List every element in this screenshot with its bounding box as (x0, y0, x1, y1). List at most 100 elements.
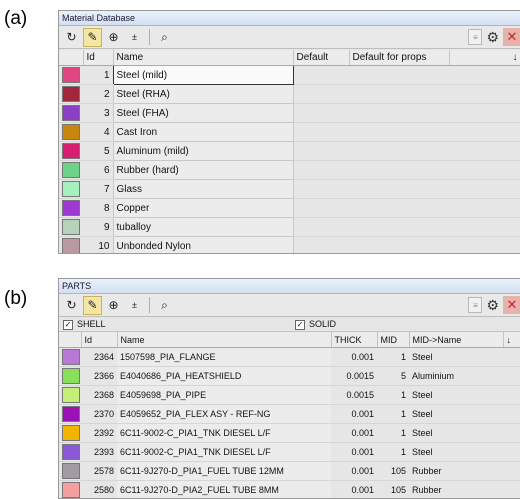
close-icon[interactable]: ✕ (503, 28, 520, 46)
part-name[interactable]: 6C11-9J270-D_PIA1_FUEL TUBE 12MM (117, 462, 331, 481)
part-name[interactable]: 6C11-9J270-D_PIA2_FUEL TUBE 8MM (117, 481, 331, 499)
color-swatch-cell[interactable] (59, 386, 81, 405)
material-id[interactable]: 3 (83, 104, 113, 123)
color-swatch-cell[interactable] (59, 104, 83, 123)
table-row[interactable]: 10Unbonded Nylon (59, 237, 520, 255)
plus-minus-icon[interactable]: ± (125, 296, 144, 315)
color-swatch-cell[interactable] (59, 405, 81, 424)
color-swatch[interactable] (62, 200, 80, 216)
part-mid-name[interactable]: Aluminium (409, 367, 503, 386)
part-id[interactable]: 2368 (81, 386, 117, 405)
part-mid[interactable]: 1 (377, 424, 409, 443)
material-name[interactable]: tuballoy (113, 218, 293, 237)
row-filler[interactable] (449, 66, 520, 85)
filter-icon[interactable]: ≡ (468, 297, 482, 313)
material-default-for-props[interactable] (349, 123, 449, 142)
color-swatch[interactable] (62, 67, 80, 83)
material-name[interactable]: Cast Iron (113, 123, 293, 142)
part-id[interactable]: 2392 (81, 424, 117, 443)
column-header-thick[interactable]: THICK (331, 332, 377, 348)
row-filler[interactable] (503, 367, 520, 386)
material-default-for-props[interactable] (349, 180, 449, 199)
refresh-icon[interactable]: ↻ (62, 296, 81, 315)
part-mid[interactable]: 1 (377, 443, 409, 462)
part-mid-name[interactable]: Steel (409, 424, 503, 443)
part-thickness[interactable]: 0.001 (331, 424, 377, 443)
part-mid-name[interactable]: Rubber (409, 462, 503, 481)
material-name[interactable]: Steel (mild) (113, 66, 293, 85)
material-default[interactable] (293, 104, 349, 123)
color-swatch-cell[interactable] (59, 237, 83, 255)
part-name[interactable]: E4040686_PIA_HEATSHIELD (117, 367, 331, 386)
table-row[interactable]: 2Steel (RHA) (59, 85, 520, 104)
part-name[interactable]: 1507598_PIA_FLANGE (117, 348, 331, 367)
material-id[interactable]: 2 (83, 85, 113, 104)
sort-arrow-icon[interactable]: ↓ (449, 50, 520, 66)
material-default[interactable] (293, 66, 349, 85)
material-default-for-props[interactable] (349, 85, 449, 104)
refresh-icon[interactable]: ↻ (62, 28, 81, 47)
table-row[interactable]: 9tuballoy (59, 218, 520, 237)
part-thickness[interactable]: 0.001 (331, 348, 377, 367)
column-header-id[interactable]: Id (83, 50, 113, 66)
part-mid-name[interactable]: Steel (409, 405, 503, 424)
material-name[interactable]: Copper (113, 199, 293, 218)
column-header-name[interactable]: Name (117, 332, 331, 348)
color-swatch-cell[interactable] (59, 443, 81, 462)
part-thickness[interactable]: 0.001 (331, 405, 377, 424)
material-name[interactable]: Unbonded Nylon (113, 237, 293, 255)
part-thickness[interactable]: 0.0015 (331, 386, 377, 405)
color-swatch[interactable] (62, 444, 80, 460)
checkbox-icon[interactable]: ✓ (295, 320, 305, 330)
material-default[interactable] (293, 161, 349, 180)
material-name[interactable]: Steel (FHA) (113, 104, 293, 123)
table-row[interactable]: 23641507598_PIA_FLANGE0.0011Steel (59, 348, 520, 367)
gear-icon[interactable]: ⚙ (486, 29, 499, 46)
column-header-mid[interactable]: MID (377, 332, 409, 348)
material-default[interactable] (293, 180, 349, 199)
material-name[interactable]: Steel (RHA) (113, 85, 293, 104)
color-swatch-cell[interactable] (59, 199, 83, 218)
material-default-for-props[interactable] (349, 237, 449, 255)
color-swatch[interactable] (62, 105, 80, 121)
part-thickness[interactable]: 0.001 (331, 443, 377, 462)
color-swatch-cell[interactable] (59, 123, 83, 142)
table-row[interactable]: 2368E4059698_PIA_PIPE0.00151Steel (59, 386, 520, 405)
color-swatch[interactable] (62, 219, 80, 235)
pencil-icon[interactable]: ✎ (83, 28, 102, 47)
row-filler[interactable] (503, 443, 520, 462)
color-swatch[interactable] (62, 482, 80, 498)
part-mid[interactable]: 105 (377, 481, 409, 499)
row-filler[interactable] (503, 481, 520, 499)
part-mid-name[interactable]: Rubber (409, 481, 503, 499)
color-swatch-cell[interactable] (59, 348, 81, 367)
color-swatch-cell[interactable] (59, 424, 81, 443)
zoom-icon[interactable]: ⊕ (104, 296, 123, 315)
table-row[interactable]: 2366E4040686_PIA_HEATSHIELD0.00155Alumin… (59, 367, 520, 386)
plus-minus-icon[interactable]: ± (125, 28, 144, 47)
row-filler[interactable] (449, 180, 520, 199)
material-id[interactable]: 7 (83, 180, 113, 199)
solid-filter[interactable]: ✓SOLID (295, 319, 336, 330)
table-row[interactable]: 6Rubber (hard) (59, 161, 520, 180)
row-filler[interactable] (449, 237, 520, 255)
part-mid[interactable]: 1 (377, 348, 409, 367)
row-filler[interactable] (503, 348, 520, 367)
table-row[interactable]: 25806C11-9J270-D_PIA2_FUEL TUBE 8MM0.001… (59, 481, 520, 499)
color-swatch-cell[interactable] (59, 180, 83, 199)
material-default-for-props[interactable] (349, 142, 449, 161)
column-header-name[interactable]: Name (113, 50, 293, 66)
close-icon[interactable]: ✕ (503, 296, 520, 314)
table-row[interactable]: 23936C11-9002-C_PIA1_TNK DIESEL L/F0.001… (59, 443, 520, 462)
color-swatch-cell[interactable] (59, 481, 81, 499)
part-mid[interactable]: 1 (377, 386, 409, 405)
material-default[interactable] (293, 199, 349, 218)
row-filler[interactable] (503, 386, 520, 405)
color-swatch[interactable] (62, 463, 80, 479)
part-mid[interactable]: 105 (377, 462, 409, 481)
material-default-for-props[interactable] (349, 104, 449, 123)
material-default-for-props[interactable] (349, 161, 449, 180)
part-name[interactable]: E4059698_PIA_PIPE (117, 386, 331, 405)
part-thickness[interactable]: 0.001 (331, 462, 377, 481)
color-swatch-cell[interactable] (59, 85, 83, 104)
